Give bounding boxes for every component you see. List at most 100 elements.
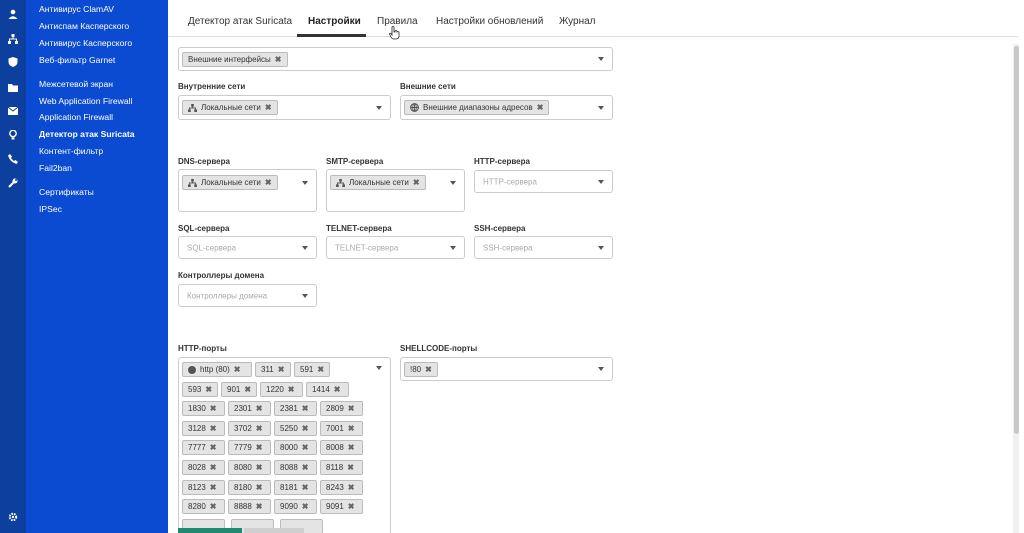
http-ports-select[interactable]: http (80) ✖ 311 ✖ 591 ✖ 593 ✖ 901 ✖ 1220 ✖ 1414 ✖ 1830… [178,357,391,533]
remove-icon[interactable]: ✖ [302,404,309,413]
remove-icon[interactable]: ✖ [302,502,309,511]
remove-icon[interactable]: ✖ [244,385,251,394]
http-servers-select[interactable]: HTTP-сервера [474,170,613,193]
phone-icon[interactable] [6,152,20,166]
ssh-servers-select[interactable]: SSH-сервера [474,236,613,259]
sidebar-item-ipsec[interactable]: IPSec [39,204,62,214]
remove-icon[interactable]: ✖ [265,103,272,112]
folder-icon[interactable] [6,80,20,94]
sidebar-item-fail2ban[interactable]: Fail2ban [39,163,72,173]
cancel-button[interactable] [244,528,304,533]
remove-icon[interactable]: ✖ [288,385,295,394]
http-port-chip: 1414 ✖ [306,381,349,397]
http-port-chip: http (80) ✖ [182,362,252,377]
remove-icon[interactable]: ✖ [348,443,355,452]
sidebar-item-suricata[interactable]: Детектор атак Suricata [39,129,135,139]
sidebar-item-certificates[interactable]: Сертификаты [39,187,94,197]
shellcode-ports-select[interactable]: !80 ✖ [400,357,613,381]
remove-icon[interactable]: ✖ [317,365,324,374]
sidebar-item-content-filter[interactable]: Контент-фильтр [39,146,103,156]
sidebar-item-kaspersky-antispam[interactable]: Антиспам Касперского [39,21,129,31]
remove-icon[interactable]: ✖ [302,443,309,452]
smtp-servers-label: SMTP-сервера [326,157,384,166]
shield-icon[interactable] [6,55,20,69]
http-port-chip: 1830 ✖ [182,401,225,417]
internal-networks-select[interactable]: Локальные сети ✖ [178,95,391,120]
remove-icon[interactable]: ✖ [205,385,212,394]
remove-icon[interactable]: ✖ [347,463,354,472]
http-port-chip: 1220 ✖ [260,381,303,397]
dns-servers-select[interactable]: Локальные сети ✖ [178,169,317,212]
http-port-chip: 2301 ✖ [228,401,271,417]
sidebar-item-app-firewall[interactable]: Application Firewall [39,112,113,122]
remove-icon[interactable]: ✖ [210,483,217,492]
remove-icon[interactable]: ✖ [537,103,544,112]
remove-icon[interactable]: ✖ [210,404,217,413]
remove-icon[interactable]: ✖ [256,502,263,511]
remove-icon[interactable]: ✖ [210,443,217,452]
remove-icon[interactable]: ✖ [302,424,309,433]
scrollbar-thumb[interactable] [1014,46,1019,434]
remove-icon[interactable]: ✖ [256,424,263,433]
http-servers-label: HTTP-сервера [474,157,530,166]
http-port-chip: 3702 ✖ [228,420,271,436]
interfaces-select[interactable]: Внешние интерфейсы ✖ [178,47,613,71]
sidebar-item-garnet[interactable]: Веб-фильтр Garnet [39,55,115,65]
domain-controllers-placeholder: Контроллеры домена [187,291,268,300]
remove-icon[interactable]: ✖ [348,502,355,511]
remove-icon[interactable]: ✖ [425,365,432,374]
remove-icon[interactable]: ✖ [334,385,341,394]
save-button[interactable] [178,528,242,533]
remove-icon[interactable]: ✖ [275,55,282,64]
domain-controllers-select[interactable]: Контроллеры домена [178,284,317,307]
remove-icon[interactable]: ✖ [302,483,309,492]
sql-servers-placeholder: SQL-сервера [187,243,237,252]
tab-update-settings[interactable]: Настройки обновлений [436,16,543,27]
tab-settings[interactable]: Настройки [308,16,361,27]
lightbulb-icon[interactable] [6,128,20,142]
smtp-servers-select[interactable]: Локальные сети ✖ [326,169,465,212]
remove-icon[interactable]: ✖ [256,463,263,472]
telnet-servers-select[interactable]: TELNET-сервера [326,236,465,259]
remove-icon[interactable]: ✖ [210,424,217,433]
remove-icon[interactable]: ✖ [413,178,420,187]
remove-icon[interactable]: ✖ [278,365,285,374]
gear-icon[interactable] [6,510,20,524]
remove-icon[interactable]: ✖ [234,365,241,374]
remove-icon[interactable]: ✖ [256,404,263,413]
chevron-down-icon [450,181,456,185]
external-networks-select[interactable]: Внешние диапазоны адресов ✖ [400,95,613,120]
chevron-down-icon [302,181,308,185]
http-port-chip: 8123 ✖ [182,479,225,495]
mail-icon[interactable] [6,104,20,118]
network-icon [188,103,197,112]
network-icon[interactable] [6,32,20,46]
internal-networks-label: Внутренние сети [178,82,246,91]
sidebar-item-firewall[interactable]: Межсетевой экран [39,79,113,89]
remove-icon[interactable]: ✖ [348,483,355,492]
remove-icon[interactable]: ✖ [265,178,272,187]
dns-servers-chip: Локальные сети ✖ [182,175,278,190]
sidebar-item-clamav[interactable]: Антивирус ClamAV [39,4,114,14]
domain-controllers-label: Контроллеры домена [178,271,265,280]
sidebar-item-kaspersky-antivirus[interactable]: Антивирус Касперского [39,38,132,48]
remove-icon[interactable]: ✖ [348,424,355,433]
sql-servers-select[interactable]: SQL-сервера [178,236,317,259]
remove-icon[interactable]: ✖ [210,463,217,472]
user-icon[interactable] [6,7,20,21]
tab-suricata[interactable]: Детектор атак Suricata [188,16,292,27]
chevron-down-icon [450,245,456,250]
ssh-servers-placeholder: SSH-сервера [483,243,533,252]
remove-icon[interactable]: ✖ [210,502,217,511]
remove-icon[interactable]: ✖ [302,463,309,472]
sidebar-item-waf[interactable]: Web Application Firewall [39,96,132,106]
remove-icon[interactable]: ✖ [348,404,355,413]
http-port-chip: 8080 ✖ [228,460,271,475]
wrench-icon[interactable] [6,176,20,190]
tab-journal[interactable]: Журнал [559,16,596,27]
http-port-chip: 9091 ✖ [320,499,363,515]
shellcode-ports-label: SHELLCODE-порты [400,344,478,353]
remove-icon[interactable]: ✖ [256,443,263,452]
remove-icon[interactable]: ✖ [256,483,263,492]
http-ports-label: HTTP-порты [178,344,227,353]
